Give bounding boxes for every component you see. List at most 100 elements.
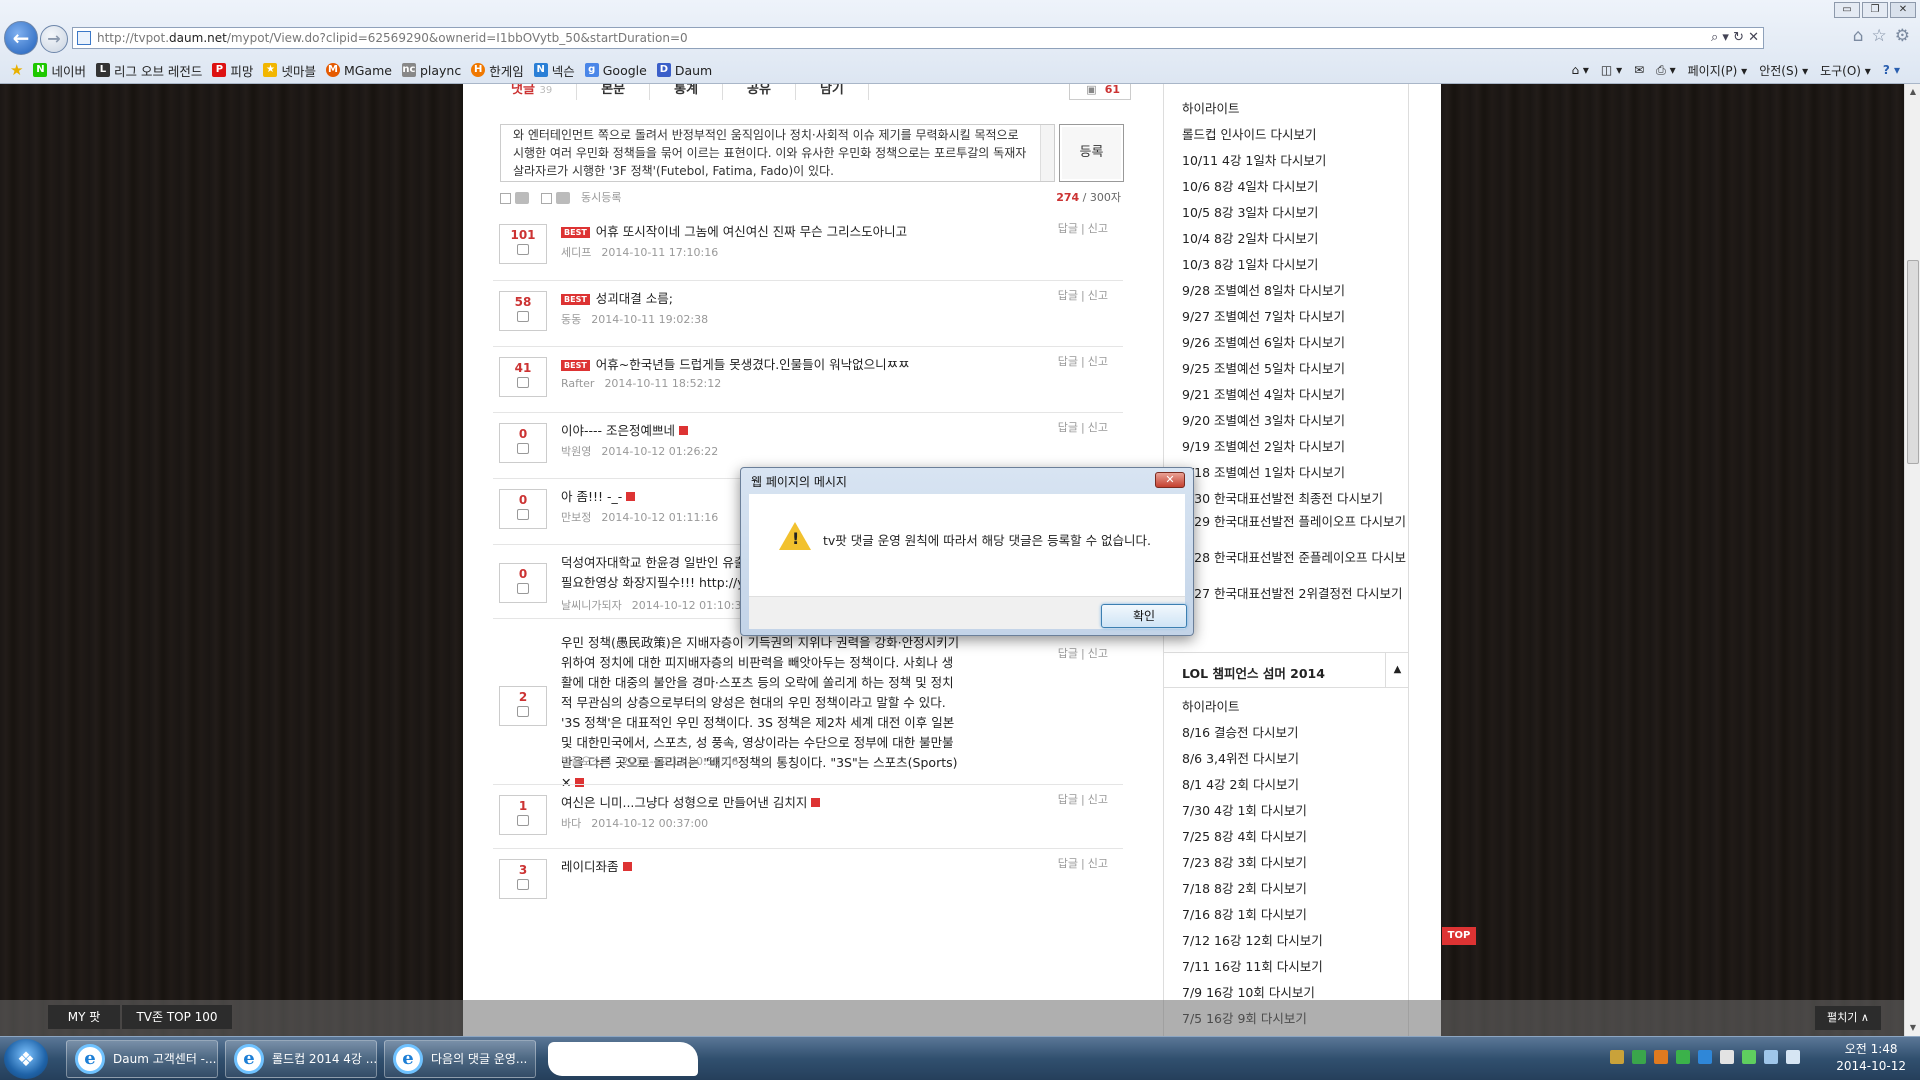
fav-nexon[interactable]: N 넥슨 <box>533 61 575 80</box>
twitter-checkbox[interactable] <box>500 192 511 204</box>
sidebar-link[interactable]: 8/16 결승전 다시보기 <box>1182 722 1410 748</box>
sidebar-link[interactable]: 7/30 4강 1회 다시보기 <box>1182 800 1410 826</box>
minimize-button[interactable]: ▭ <box>1834 2 1860 18</box>
vote-box[interactable]: 41 <box>499 357 547 397</box>
tray-cloud-icon[interactable] <box>1698 1050 1712 1064</box>
sidebar-link[interactable]: 하이라이트 <box>1182 98 1410 124</box>
vote-box[interactable]: 0 <box>499 423 547 463</box>
fav-naver[interactable]: N 네이버 <box>33 61 86 80</box>
unfold-button[interactable]: 펼치기 ∧ <box>1815 1006 1881 1030</box>
sidebar-link[interactable]: 9/26 조별예선 6일차 다시보기 <box>1182 332 1410 358</box>
close-window-button[interactable]: ✕ <box>1890 2 1916 18</box>
tab-share[interactable]: 공유 <box>723 84 796 100</box>
page-home-icon[interactable]: ⌂ ▾ <box>1571 63 1588 77</box>
report-link[interactable]: 신고 <box>1088 222 1108 235</box>
sidebar-link[interactable]: 7/25 8강 4회 다시보기 <box>1182 826 1410 852</box>
reply-link[interactable]: 답글 <box>1058 857 1078 870</box>
sidebar-link[interactable]: 8/27 한국대표선발전 2위결정전 다시보기 <box>1182 586 1410 622</box>
sidebar-link[interactable]: 8/28 한국대표선발전 준플레이오프 다시보기 <box>1182 550 1410 586</box>
vote-box[interactable]: 0 <box>499 489 547 529</box>
comment-author[interactable]: 날씨니가되자 <box>561 599 622 612</box>
tray-tools-icon[interactable] <box>1610 1050 1624 1064</box>
my-pot-button[interactable]: MY 팟 <box>48 1005 120 1029</box>
sidebar-link[interactable]: 8/6 3,4위전 다시보기 <box>1182 748 1410 774</box>
report-link[interactable]: 신고 <box>1088 289 1108 302</box>
sidebar-section-header[interactable]: LOL 챔피언스 섬머 2014 ▲ <box>1164 652 1409 688</box>
sidebar-link[interactable]: 10/6 8강 4일차 다시보기 <box>1182 176 1410 202</box>
sidebar-link[interactable]: 10/4 8강 2일차 다시보기 <box>1182 228 1410 254</box>
mail-icon[interactable]: ✉ <box>1634 63 1644 77</box>
safety-menu[interactable]: 안전(S) ▾ <box>1759 62 1808 79</box>
address-bar[interactable]: http://tvpot.daum.net/mypot/View.do?clip… <box>72 27 1764 49</box>
vote-box[interactable]: 2 <box>499 686 547 726</box>
reply-link[interactable]: 답글 <box>1058 421 1078 434</box>
sidebar-link[interactable]: 8/30 한국대표선발전 최종전 다시보기 <box>1182 488 1410 514</box>
register-button[interactable]: 등록 <box>1059 124 1124 182</box>
tray-battery-icon[interactable] <box>1742 1050 1756 1064</box>
fav-google[interactable]: g Google <box>584 63 647 78</box>
task-daum-help[interactable]: e Daum 고객센터 -... <box>66 1040 218 1078</box>
forward-button[interactable]: → <box>40 25 68 53</box>
tv-top100-button[interactable]: TV존 TOP 100 <box>122 1005 232 1029</box>
top-button[interactable]: TOP <box>1442 927 1476 945</box>
report-link[interactable]: 신고 <box>1088 647 1108 660</box>
sidebar-link[interactable]: 9/19 조별예선 2일차 다시보기 <box>1182 436 1410 462</box>
sidebar-link[interactable]: 7/12 16강 12회 다시보기 <box>1182 930 1410 956</box>
star-icon[interactable]: ☆ <box>1872 26 1887 46</box>
report-flag-icon[interactable] <box>679 426 689 435</box>
tab-stats[interactable]: 통계 <box>650 84 724 100</box>
fav-netmarble[interactable]: ★ 넷마블 <box>263 61 316 80</box>
task-lol-worlds[interactable]: e 롤드컵 2014 4강 ... <box>225 1040 377 1078</box>
tab-comments[interactable]: 댓글 39 <box>493 84 578 100</box>
tab-save[interactable]: 담기 <box>796 84 869 100</box>
clock[interactable]: 오전 1:48 2014-10-12 <box>1836 1041 1906 1075</box>
reply-link[interactable]: 답글 <box>1058 222 1078 235</box>
comment-author[interactable]: 동동 <box>561 313 581 326</box>
comment-author[interactable]: Rafter <box>561 377 594 390</box>
back-button[interactable]: ← <box>4 21 38 55</box>
sidebar-link[interactable]: 8/29 한국대표선발전 플레이오프 다시보기 <box>1182 514 1410 550</box>
sidebar-link[interactable]: 하이라이트 <box>1182 696 1410 722</box>
sidebar-link[interactable]: 9/21 조별예선 4일차 다시보기 <box>1182 384 1410 410</box>
report-flag-icon[interactable] <box>811 798 821 807</box>
comment-author[interactable]: 박원영 <box>561 445 591 458</box>
report-link[interactable]: 신고 <box>1088 793 1108 806</box>
reply-link[interactable]: 답글 <box>1058 647 1078 660</box>
fav-pmang[interactable]: P 피망 <box>212 61 253 80</box>
page-scrollbar[interactable]: ▲ ▼ <box>1904 84 1920 1036</box>
dialog-close-button[interactable]: ✕ <box>1155 472 1185 488</box>
tray-display-icon[interactable] <box>1764 1050 1778 1064</box>
address-tools[interactable]: ⌕ ▾ ↻ ✕ <box>1711 30 1759 45</box>
sidebar-link[interactable]: 10/5 8강 3일차 다시보기 <box>1182 202 1410 228</box>
sidebar-link[interactable]: 9/28 조별예선 8일차 다시보기 <box>1182 280 1410 306</box>
maximize-button[interactable]: ❐ <box>1862 2 1888 18</box>
vote-box[interactable]: 101 <box>499 224 547 264</box>
fav-lol[interactable]: L 리그 오브 레전드 <box>95 61 202 80</box>
comment-textarea[interactable]: 와 엔터테인먼트 쪽으로 돌려서 반정부적인 움직임이나 정치·사회적 이슈 제… <box>500 124 1055 182</box>
report-flag-icon[interactable] <box>622 862 632 871</box>
vote-box[interactable]: 58 <box>499 291 547 331</box>
start-button[interactable]: ❖ <box>4 1039 48 1079</box>
vote-box[interactable]: 1 <box>499 795 547 835</box>
scrollbar-thumb[interactable] <box>1907 260 1919 464</box>
scroll-down-icon[interactable]: ▼ <box>1905 1020 1920 1036</box>
favorites-star-icon[interactable]: ★ <box>10 61 23 79</box>
sidebar-link[interactable]: 9/18 조별예선 1일차 다시보기 <box>1182 462 1410 488</box>
fav-hangame[interactable]: H 한게임 <box>471 61 524 80</box>
vote-box[interactable]: 0 <box>499 563 547 603</box>
report-flag-icon[interactable] <box>626 492 636 501</box>
sidebar-link[interactable]: 롤드컵 인사이드 다시보기 <box>1182 124 1410 150</box>
reply-link[interactable]: 답글 <box>1058 289 1078 302</box>
sidebar-link[interactable]: 9/20 조별예선 3일차 다시보기 <box>1182 410 1410 436</box>
comment-author[interactable]: 만보정 <box>561 511 591 524</box>
help-menu[interactable]: ? ▾ <box>1883 63 1900 77</box>
tray-security-icon[interactable] <box>1632 1050 1646 1064</box>
fav-mgame[interactable]: M MGame <box>325 63 392 78</box>
like-button[interactable]: ▣ 61 <box>1069 84 1131 100</box>
comment-author[interactable]: 바다 <box>561 817 581 830</box>
sidebar-link[interactable]: 10/11 4강 1일차 다시보기 <box>1182 150 1410 176</box>
sidebar-link[interactable]: 7/11 16강 11회 다시보기 <box>1182 956 1410 982</box>
tray-volume-icon[interactable] <box>1720 1050 1734 1064</box>
fav-plaync[interactable]: nc plaync <box>401 63 461 78</box>
task-daum-comment[interactable]: e 다음의 댓글 운영... <box>384 1040 536 1078</box>
